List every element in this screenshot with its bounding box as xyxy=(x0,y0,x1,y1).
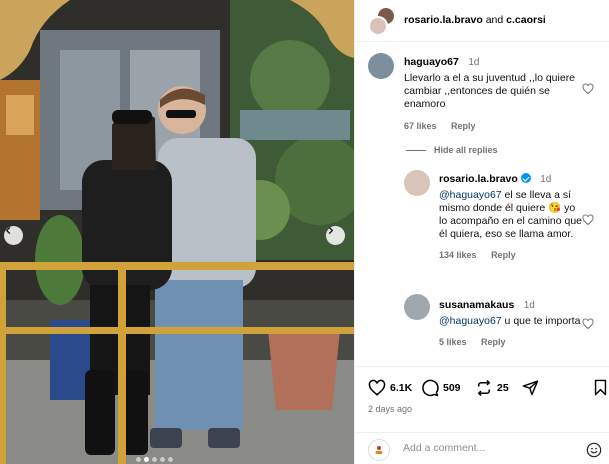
post-authors: rosario.la.bravo and c.caorsi xyxy=(404,14,546,26)
verified-icon xyxy=(520,173,531,183)
carousel-dot xyxy=(136,457,141,462)
reposts-count: 25 xyxy=(497,382,509,394)
reply-meta: 134 likes Reply xyxy=(439,250,584,260)
post-header: rosario.la.bravo and c.caorsi xyxy=(355,0,609,42)
heart-icon[interactable] xyxy=(582,83,594,95)
chevron-left-icon xyxy=(5,226,11,235)
share-button[interactable] xyxy=(522,379,539,396)
carousel-dot xyxy=(168,457,173,462)
photo-illustration xyxy=(0,0,354,464)
reply: rosario.la.bravo 1d @haguayo67 el se lle… xyxy=(355,166,609,286)
reply-body: u que te importa xyxy=(501,315,581,327)
repost-icon xyxy=(477,379,491,397)
heart-icon[interactable] xyxy=(582,214,594,226)
mention-link[interactable]: @haguayo67 xyxy=(439,315,502,327)
user-icon xyxy=(375,446,383,454)
reply-button[interactable]: Reply xyxy=(491,250,516,260)
comment-meta: 67 likes Reply xyxy=(404,121,584,131)
like-button[interactable]: 6.1K xyxy=(368,379,412,397)
emoji-icon[interactable] xyxy=(586,442,602,458)
reply-text: @haguayo67 u que te importa xyxy=(439,315,584,328)
reply-username[interactable]: rosario.la.bravo xyxy=(439,173,518,185)
comments-count: 509 xyxy=(443,382,461,394)
post-sidebar: rosario.la.bravo and c.caorsi haguayo67 … xyxy=(354,0,609,464)
carousel-dot xyxy=(160,457,165,462)
collab-avatars[interactable] xyxy=(368,6,398,36)
post-timestamp[interactable]: 2 days ago xyxy=(368,404,412,414)
reply-button[interactable]: Reply xyxy=(481,337,506,347)
carousel-dots xyxy=(136,457,173,462)
comment-input[interactable] xyxy=(403,442,573,454)
comment-username[interactable]: haguayo67 xyxy=(404,56,459,68)
post-photo xyxy=(0,0,354,464)
carousel-dot-active xyxy=(144,457,149,462)
comment-likes[interactable]: 67 likes xyxy=(404,121,437,131)
reply-meta: 5 likes Reply xyxy=(439,337,584,347)
previous-photo-button[interactable] xyxy=(4,226,23,245)
carousel-dot xyxy=(152,457,157,462)
comment-icon xyxy=(422,379,439,397)
share-icon xyxy=(522,380,539,396)
avatar[interactable] xyxy=(404,170,430,196)
avatar[interactable] xyxy=(404,294,430,320)
comment: haguayo67 1d Llevarlo a el a su juventud… xyxy=(355,48,609,138)
likes-count: 6.1K xyxy=(390,382,413,394)
chevron-right-icon xyxy=(328,226,334,235)
reply-likes[interactable]: 5 likes xyxy=(439,337,467,347)
reply-button[interactable]: Reply xyxy=(451,121,476,131)
comment-time[interactable]: 1d xyxy=(468,57,479,68)
collaborator-link[interactable]: c.caorsi xyxy=(506,14,546,26)
reply-username[interactable]: susanamakaus xyxy=(439,299,514,311)
avatar[interactable] xyxy=(368,53,394,79)
next-photo-button[interactable] xyxy=(326,226,345,245)
and-text: and xyxy=(485,14,504,26)
save-button[interactable] xyxy=(593,379,608,396)
heart-icon xyxy=(368,379,386,396)
add-comment-bar xyxy=(355,432,609,464)
bookmark-icon xyxy=(594,379,607,396)
avatar xyxy=(368,439,390,461)
reply-likes[interactable]: 134 likes xyxy=(439,250,477,260)
reply-text: @haguayo67 el se lleva a sí mismo donde … xyxy=(439,189,584,241)
reply-time[interactable]: 1d xyxy=(524,300,535,311)
comment-button[interactable]: 509 xyxy=(421,379,461,397)
reply-time[interactable]: 1d xyxy=(540,174,551,185)
hide-replies-button[interactable]: Hide all replies xyxy=(406,145,498,155)
heart-icon[interactable] xyxy=(582,318,594,330)
repost-button[interactable]: 25 xyxy=(475,379,509,397)
avatar xyxy=(368,16,388,36)
comment-text: Llevarlo a el a su juventud ,,lo quiere … xyxy=(404,72,576,110)
author-link[interactable]: rosario.la.bravo xyxy=(404,14,483,26)
mention-link[interactable]: @haguayo67 xyxy=(439,189,502,201)
divider xyxy=(406,150,426,152)
hide-replies-label: Hide all replies xyxy=(434,145,498,155)
reply: susanamakaus 1d @haguayo67 u que te impo… xyxy=(355,292,609,362)
